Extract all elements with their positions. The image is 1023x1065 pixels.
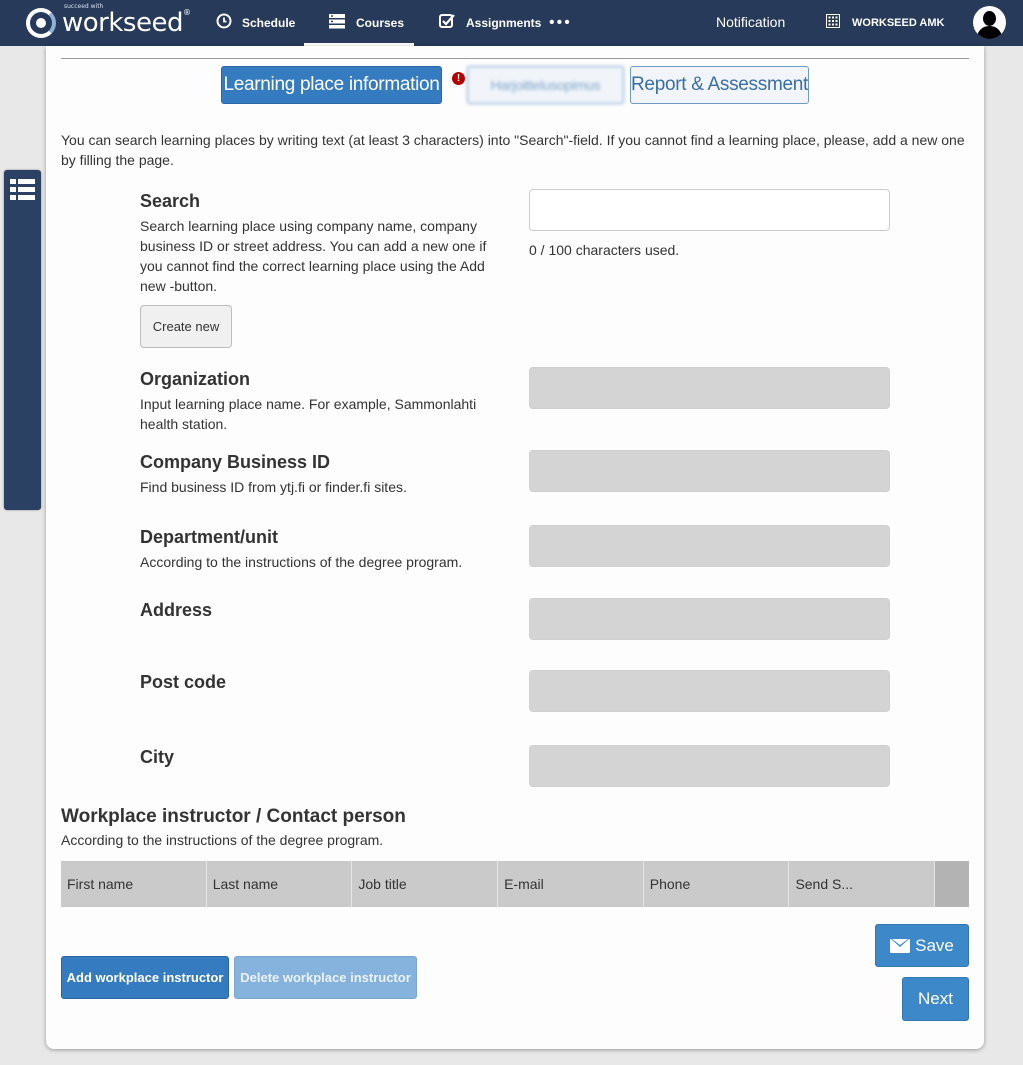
- delete-workplace-instructor-button[interactable]: Delete workplace instructor: [234, 956, 417, 999]
- tab-report-assessment[interactable]: Report & Assessment: [630, 66, 809, 104]
- address-field: [529, 598, 890, 640]
- nav-courses-label: Courses: [356, 16, 405, 30]
- instructor-section-title: Workplace instructor / Contact person: [61, 806, 406, 827]
- tab-learning-place-information[interactable]: Learning place information: [221, 66, 442, 104]
- learning-place-form-card: Learning place information ! Harjoittelu…: [46, 46, 984, 1049]
- logo-tagline: succeed with: [64, 3, 104, 10]
- tab-agreement[interactable]: Harjoittelusopimus: [467, 66, 624, 104]
- search-input[interactable]: [529, 189, 890, 231]
- post-code-field: [529, 670, 890, 712]
- workseed-logo[interactable]: succeed with workseed®: [26, 3, 191, 40]
- department-title: Department/unit: [140, 527, 279, 547]
- side-panel-toggle[interactable]: [4, 170, 41, 510]
- table-scrollbar[interactable]: [935, 861, 970, 907]
- more-menu-icon[interactable]: •••: [549, 14, 572, 32]
- organization-title: Organization: [140, 369, 251, 389]
- business-id-field: [529, 450, 890, 492]
- nav-assignments[interactable]: Assignments: [439, 0, 541, 46]
- logo-text: workseed: [62, 8, 183, 38]
- avatar-body-shape: [977, 26, 1002, 39]
- nav-schedule-label: Schedule: [242, 16, 296, 30]
- add-workplace-instructor-button[interactable]: Add workplace instructor: [61, 956, 229, 999]
- save-button[interactable]: Save: [875, 924, 969, 967]
- organization-switcher[interactable]: WORKSEED AMK: [826, 14, 944, 31]
- instructor-section-description: According to the instructions of the deg…: [61, 832, 384, 848]
- address-title: Address: [140, 600, 213, 620]
- department-description: According to the instructions of the deg…: [140, 554, 463, 570]
- server-stack-icon: [328, 13, 346, 33]
- user-avatar[interactable]: [973, 6, 1006, 39]
- divider: [61, 58, 969, 59]
- business-id-title: Company Business ID: [140, 452, 331, 472]
- post-code-title: Post code: [140, 672, 227, 692]
- intro-text: You can search learning places by writin…: [61, 132, 965, 168]
- department-field: [529, 525, 890, 567]
- checkbox-icon: [439, 13, 456, 33]
- search-title: Search: [140, 191, 201, 211]
- organization-description: Input learning place name. For example, …: [140, 396, 477, 432]
- workseed-logo-icon: [26, 8, 56, 38]
- organization-field: [529, 367, 890, 409]
- column-job-title[interactable]: Job title: [352, 861, 499, 907]
- organization-name: WORKSEED AMK: [852, 16, 945, 29]
- nav-assignments-label: Assignments: [466, 16, 542, 30]
- column-first-name[interactable]: First name: [61, 861, 207, 907]
- next-button[interactable]: Next: [902, 977, 969, 1021]
- business-id-description: Find business ID from ytj.fi or finder.f…: [140, 479, 407, 495]
- column-send[interactable]: Send S...: [789, 861, 936, 907]
- logo-wordmark: succeed with workseed®: [62, 3, 191, 38]
- top-navigation-bar: succeed with workseed® Schedule Courses …: [0, 0, 1023, 46]
- city-title: City: [140, 747, 175, 767]
- search-description: Search learning place using company name…: [140, 218, 487, 294]
- save-label: Save: [915, 935, 954, 955]
- envelope-icon: [890, 938, 911, 953]
- column-email[interactable]: E-mail: [498, 861, 644, 907]
- create-new-button[interactable]: Create new: [140, 305, 232, 348]
- warning-icon: !: [452, 72, 465, 85]
- nav-schedule[interactable]: Schedule: [216, 0, 295, 46]
- search-char-count: 0 / 100 characters used.: [529, 242, 680, 258]
- nav-courses[interactable]: Courses: [304, 0, 414, 46]
- logo-registered-mark: ®: [182, 8, 191, 17]
- notification-link[interactable]: Notification: [716, 14, 785, 30]
- instructor-table-header: First name Last name Job title E-mail Ph…: [61, 861, 970, 907]
- city-field: [529, 745, 890, 787]
- clock-icon: [216, 13, 232, 33]
- column-phone[interactable]: Phone: [644, 861, 790, 907]
- building-icon: [826, 14, 840, 31]
- list-icon: [10, 179, 35, 201]
- column-last-name[interactable]: Last name: [207, 861, 353, 907]
- avatar-head-shape: [983, 11, 996, 26]
